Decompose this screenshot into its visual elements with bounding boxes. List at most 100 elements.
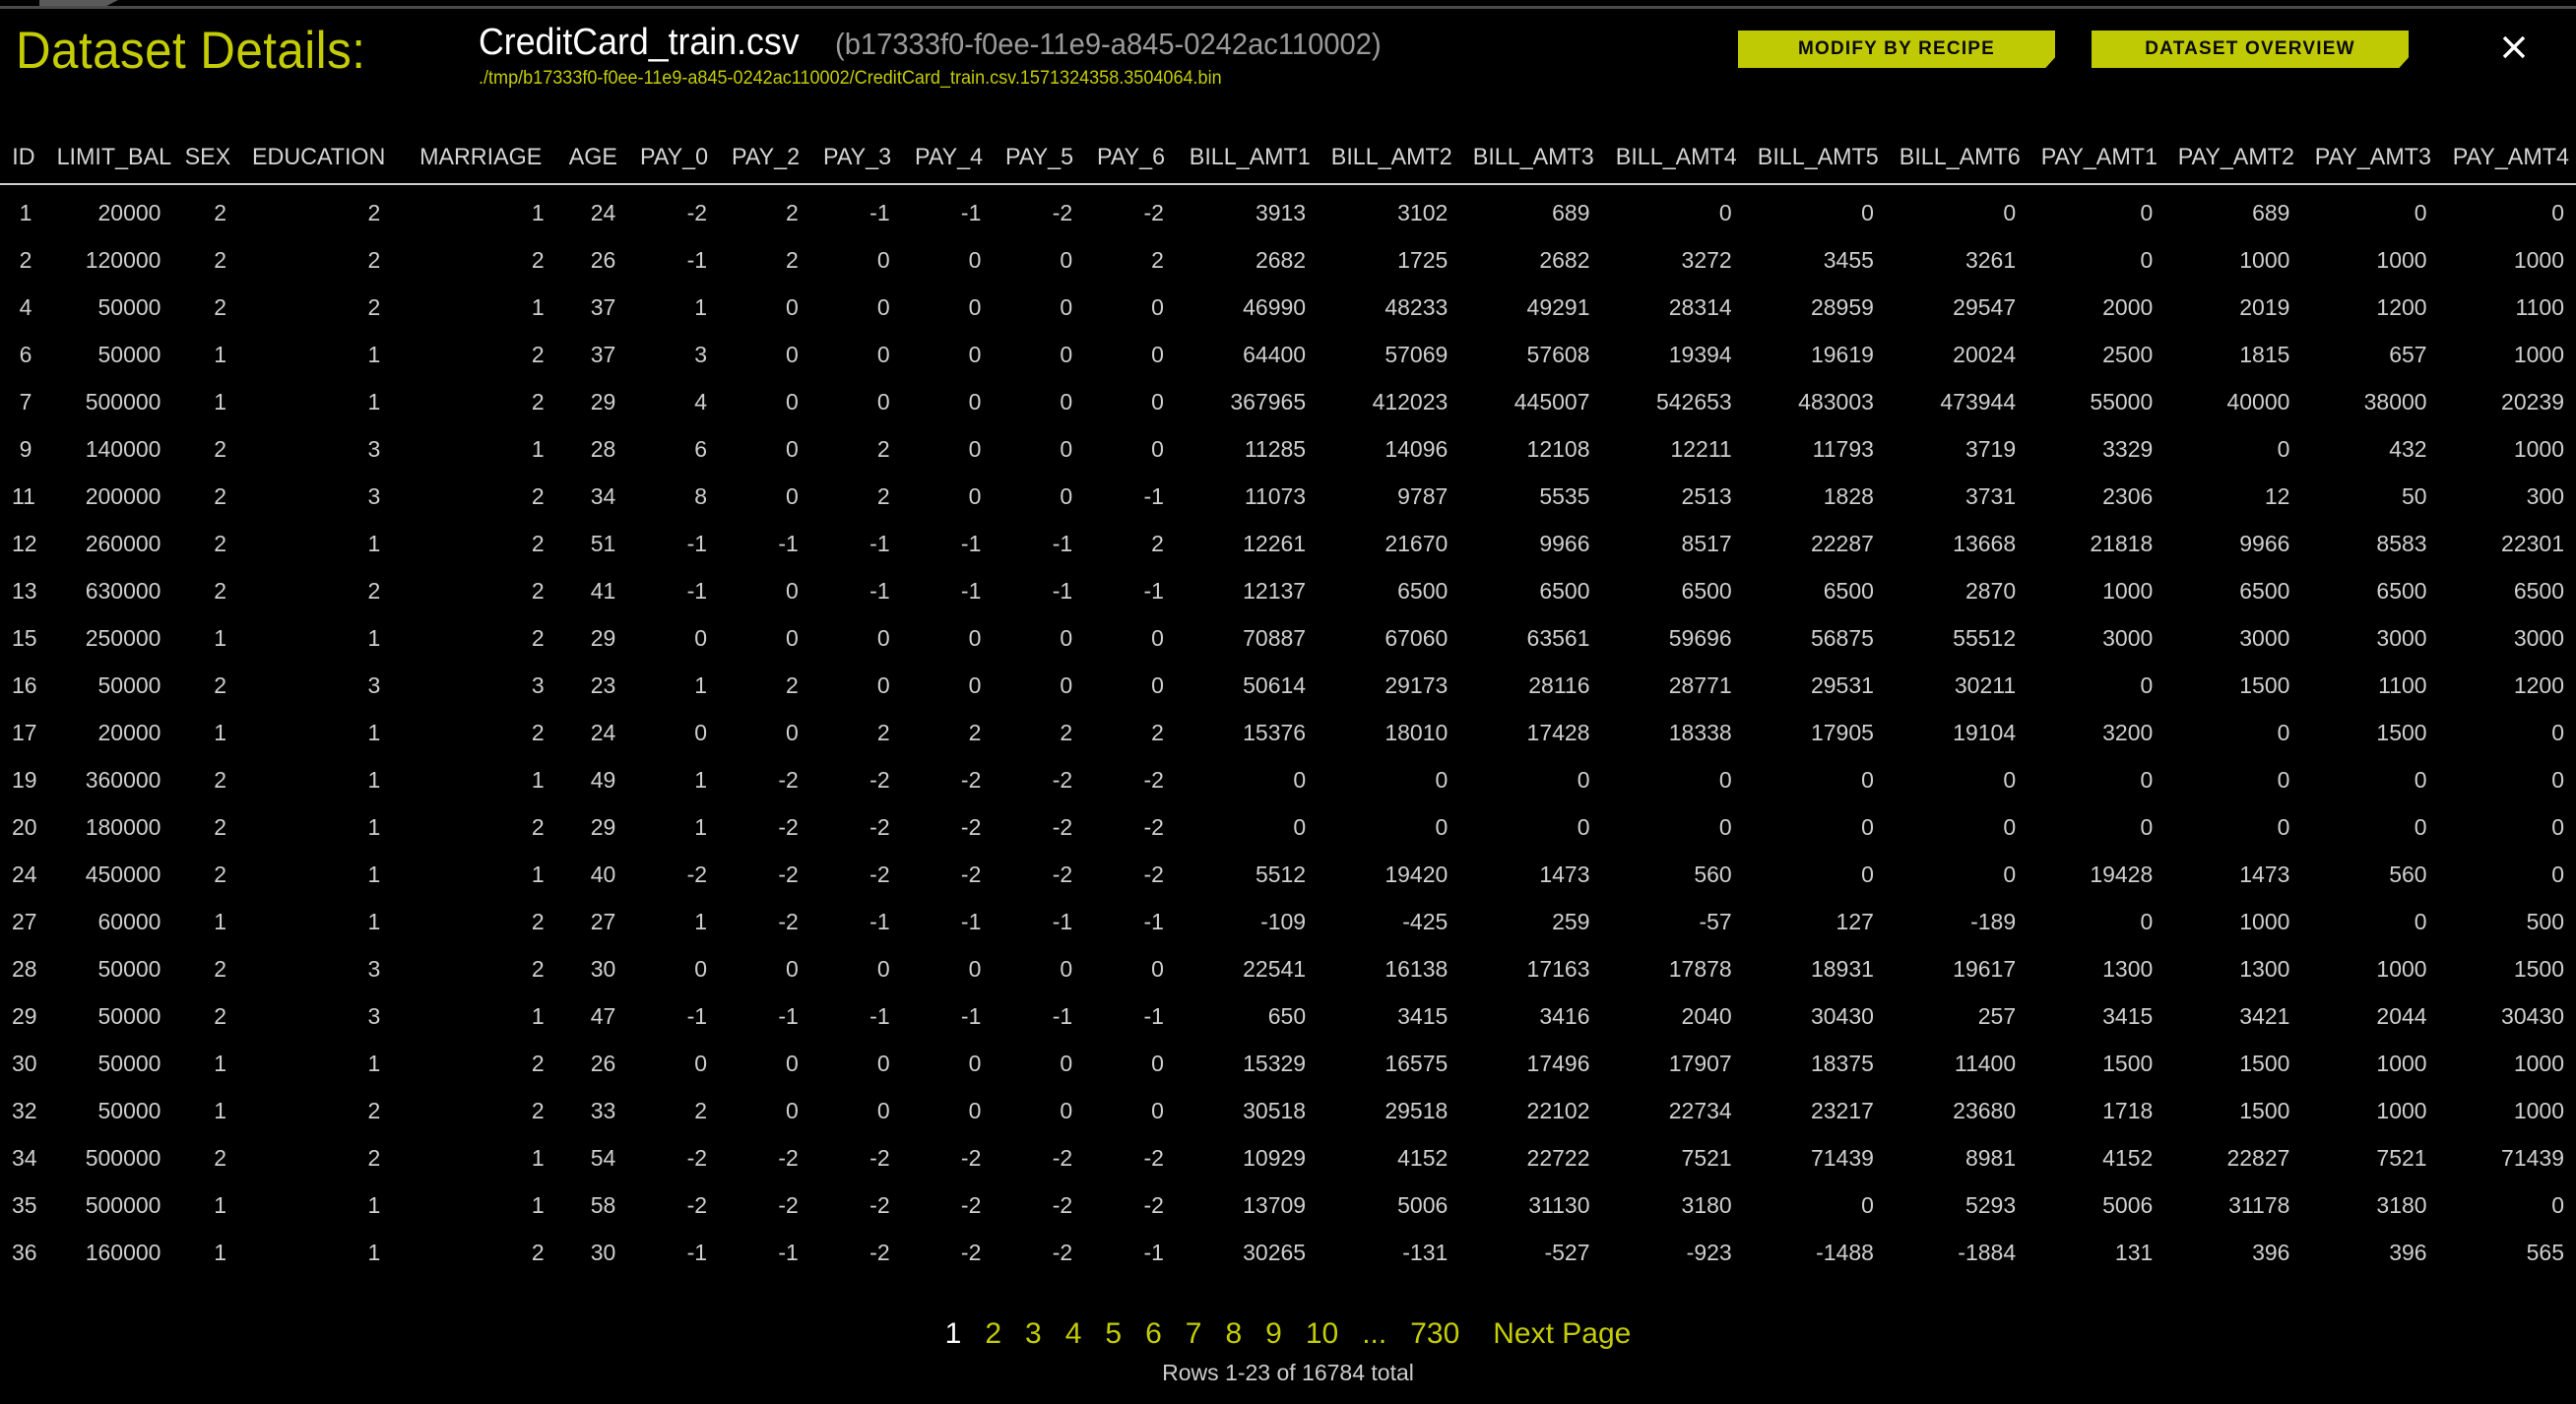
- table-row: 1650000233231200005061429173281162877129…: [0, 662, 2576, 709]
- cell-pay_amt3: 432: [2301, 425, 2438, 473]
- cell-bill_amt5: 3455: [1744, 236, 1886, 284]
- cell-pay_6: -2: [1084, 851, 1176, 898]
- cell-pay_4: 0: [902, 662, 994, 709]
- cell-bill_amt5: 18375: [1744, 1040, 1886, 1087]
- cell-bill_amt6: -189: [1886, 898, 2028, 945]
- column-header-pay_amt2[interactable]: PAY_AMT2: [2166, 138, 2299, 184]
- cell-bill_amt3: 57608: [1459, 331, 1601, 378]
- cell-pay_4: 0: [902, 614, 994, 662]
- column-header-education[interactable]: EDUCATION: [240, 138, 390, 184]
- column-header-pay_6[interactable]: PAY_6: [1086, 138, 1175, 184]
- cell-sex: 2: [172, 945, 238, 992]
- close-button[interactable]: [2493, 27, 2535, 68]
- column-header-pay_5[interactable]: PAY_5: [995, 138, 1083, 184]
- dataset-overview-button[interactable]: DATASET OVERVIEW: [2092, 31, 2409, 68]
- cell-pay_0: 1: [627, 662, 719, 709]
- cell-pay_3: 0: [810, 1087, 902, 1134]
- column-header-bill_amt2[interactable]: BILL_AMT2: [1320, 138, 1457, 184]
- cell-pay_amt4: 20239: [2439, 378, 2576, 425]
- cell-pay_amt4: 1000: [2439, 425, 2576, 473]
- column-header-bill_amt5[interactable]: BILL_AMT5: [1746, 138, 1884, 184]
- table-row: 19360000211491-2-2-2-2-20000000000: [0, 756, 2576, 803]
- cell-pay_5: -1: [993, 992, 1084, 1040]
- column-header-pay_2[interactable]: PAY_2: [720, 138, 808, 184]
- column-header-bill_amt1[interactable]: BILL_AMT1: [1178, 138, 1316, 184]
- cell-pay_amt3: 8583: [2301, 520, 2438, 567]
- page-link-last[interactable]: 730: [1407, 1317, 1462, 1351]
- cell-marriage: 1: [392, 992, 555, 1040]
- cell-bill_amt1: 2682: [1176, 236, 1318, 284]
- column-header-sex[interactable]: SEX: [173, 138, 237, 184]
- cell-bill_amt1: 0: [1176, 803, 1318, 851]
- cell-pay_4: 2: [902, 709, 994, 756]
- cell-pay_4: -2: [902, 1134, 994, 1181]
- column-header-bill_amt6[interactable]: BILL_AMT6: [1888, 138, 2026, 184]
- cell-marriage: 2: [392, 236, 555, 284]
- cell-marriage: 2: [392, 378, 555, 425]
- cell-bill_amt1: 15329: [1176, 1040, 1318, 1087]
- cell-education: 3: [238, 425, 392, 473]
- cell-age: 29: [556, 803, 628, 851]
- column-header-pay_amt1[interactable]: PAY_AMT1: [2029, 138, 2162, 184]
- page-link-7[interactable]: 7: [1183, 1317, 1205, 1351]
- cell-bill_amt6: 20024: [1886, 331, 2028, 378]
- cell-pay_0: -2: [627, 1134, 719, 1181]
- cell-bill_amt2: 29173: [1318, 662, 1459, 709]
- page-link-8[interactable]: 8: [1222, 1317, 1245, 1351]
- cell-pay_3: 2: [810, 709, 902, 756]
- column-header-pay_0[interactable]: PAY_0: [629, 138, 718, 184]
- page-link-9[interactable]: 9: [1262, 1317, 1285, 1351]
- cell-limit_bal: 140000: [43, 425, 172, 473]
- cell-bill_amt6: 30211: [1886, 662, 2028, 709]
- page-link-4[interactable]: 4: [1063, 1317, 1085, 1351]
- page-link-5[interactable]: 5: [1102, 1317, 1125, 1351]
- cell-sex: 2: [172, 803, 238, 851]
- table-row: 2760000112271-2-1-1-1-1-109-425259-57127…: [0, 898, 2576, 945]
- cell-bill_amt3: 28116: [1459, 662, 1601, 709]
- table-row: 7500000112294000003679654120234450075426…: [0, 378, 2576, 425]
- cell-bill_amt1: 64400: [1176, 331, 1318, 378]
- column-header-bill_amt3[interactable]: BILL_AMT3: [1461, 138, 1599, 184]
- cell-pay_amt3: 657: [2301, 331, 2438, 378]
- column-header-pay_amt4[interactable]: PAY_AMT4: [2441, 138, 2574, 184]
- cell-pay_4: 0: [902, 236, 994, 284]
- cell-bill_amt1: 30518: [1176, 1087, 1318, 1134]
- cell-marriage: 2: [392, 1229, 555, 1276]
- column-header-pay_amt3[interactable]: PAY_AMT3: [2304, 138, 2437, 184]
- cell-marriage: 2: [392, 614, 555, 662]
- cell-pay_4: 0: [902, 473, 994, 520]
- cell-pay_5: -1: [993, 898, 1084, 945]
- cell-bill_amt3: 6500: [1459, 567, 1601, 614]
- column-header-marriage[interactable]: MARRIAGE: [395, 138, 553, 184]
- cell-pay_3: -2: [810, 851, 902, 898]
- next-page-link[interactable]: Next Page: [1490, 1317, 1634, 1351]
- column-header-limit_bal[interactable]: LIMIT_BAL: [45, 138, 170, 184]
- cell-pay_amt1: 3000: [2028, 614, 2164, 662]
- cell-pay_2: -2: [719, 756, 810, 803]
- column-header-bill_amt4[interactable]: BILL_AMT4: [1604, 138, 1742, 184]
- cell-age: 27: [556, 898, 628, 945]
- cell-pay_amt1: 2306: [2028, 473, 2164, 520]
- page-link-2[interactable]: 2: [982, 1317, 1004, 1351]
- page-link-6[interactable]: 6: [1142, 1317, 1165, 1351]
- cell-bill_amt4: 542653: [1602, 378, 1744, 425]
- page-link-10[interactable]: 10: [1303, 1317, 1341, 1351]
- modify-by-recipe-button[interactable]: MODIFY BY RECIPE: [1738, 31, 2055, 68]
- cell-id: 16: [0, 662, 43, 709]
- cell-pay_amt2: 1300: [2164, 945, 2301, 992]
- cell-bill_amt6: 0: [1886, 184, 2028, 236]
- cell-pay_amt1: 21818: [2028, 520, 2164, 567]
- cell-limit_bal: 630000: [43, 567, 172, 614]
- column-header-age[interactable]: AGE: [557, 138, 626, 184]
- cell-bill_amt1: 10929: [1176, 1134, 1318, 1181]
- page-link-3[interactable]: 3: [1022, 1317, 1045, 1351]
- column-header-pay_4[interactable]: PAY_4: [903, 138, 992, 184]
- cell-pay_0: 0: [627, 709, 719, 756]
- cell-pay_amt3: 2044: [2301, 992, 2438, 1040]
- column-header-pay_3[interactable]: PAY_3: [811, 138, 900, 184]
- cell-pay_6: 0: [1084, 662, 1176, 709]
- cell-limit_bal: 260000: [43, 520, 172, 567]
- cell-age: 29: [556, 378, 628, 425]
- column-header-id[interactable]: ID: [1, 138, 43, 184]
- cell-bill_amt2: 6500: [1318, 567, 1459, 614]
